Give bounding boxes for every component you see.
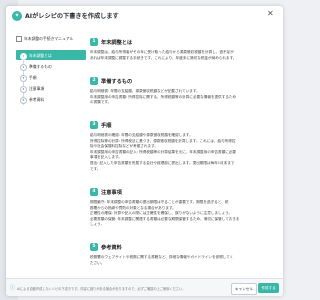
nav-item-1[interactable]: 1 年末調整とは [16,50,86,60]
section-text: です。 [90,166,101,171]
cancel-button[interactable]: キャンセル [231,283,257,295]
outline-heading: 年末調整の手続きマニュアル [16,36,73,42]
section-text: しょう。 [90,222,105,227]
section-header: 1 年末調整とは [90,37,278,47]
section-title: 年末調整とは [101,39,133,46]
section-1: 1 年末調整とは 年末調整は、給与所得者がその年に受け取った給与から源泉徴収税額… [90,37,278,61]
section-number: 1 [90,38,98,46]
section-2: 2 準備するもの 給与明細書: 年間の支給額、源泉徴収税額などが記載されています… [90,76,278,106]
nav-item-number: 5 [20,96,27,104]
section-number: 5 [90,243,98,251]
modal-title: AIがレシピの下書きを作成します [25,13,119,20]
section-header: 5 参考資料 [90,242,278,252]
section-title: 手順 [101,122,112,129]
section-header: 4 注意事項 [90,187,278,197]
section-3: 3 手順 給与明細書の確認: 年間の支給額や源泉徴収税額を確認します。 所得控除… [90,120,278,172]
section-text: あれば年末調整に調整する手続きです。これにより、年度末に適切な税金が納められます… [90,55,237,60]
nav-item-3[interactable]: 3 手順 [16,72,86,82]
info-icon: ⓘ [10,285,16,291]
section-number: 2 [90,77,98,85]
modal-header: ✦ AIがレシピの下書きを作成します ✕ [6,6,283,28]
outline-nav: 年末調整の手続きマニュアル 1 年末調整とは 2 準備するもの 3 手順 4 注… [16,36,86,276]
nav-item-label: 年末調整とは [29,52,52,58]
section-header: 2 準備するもの [90,76,278,86]
footer-note: AIによる自動作成したレシピの下書きです。内容に誤りがある場合がありますので、必… [17,286,186,291]
draft-document: 1 年末調整とは 年末調整は、給与所得者がその年に受け取った給与から源泉徴収税額… [90,28,280,278]
nav-item-2[interactable]: 2 準備するもの [16,61,86,71]
nav-item-number: 4 [20,85,27,93]
nav-item-number: 1 [20,52,27,60]
nav-item-number: 3 [20,74,27,82]
section-text: ださい。 [90,260,105,265]
nav-item-label: 手順 [29,74,37,80]
section-title: 注意事項 [101,189,122,196]
section-title: 参考資料 [101,244,122,251]
outline-heading-text: 年末調整の手続きマニュアル [24,36,74,41]
section-title: 準備するもの [101,78,133,85]
nav-item-4[interactable]: 4 注意事項 [16,83,86,93]
nav-item-label: 注意事項 [29,85,45,91]
section-header: 3 手順 [90,120,278,130]
nav-item-label: 準備するもの [29,63,52,69]
create-button[interactable]: 作成する [258,283,279,293]
section-4: 4 注意事項 期限厳守: 年末調整の申告書類の提出期限は守ることが重要です。期限… [90,187,278,228]
nav-item-5[interactable]: 5 参考資料 [16,94,86,104]
recipe-draft-modal: ✦ AIがレシピの下書きを作成します ✕ 年末調整の手続きマニュアル 1 年末調… [6,6,283,296]
document-icon [16,36,22,42]
nav-item-number: 2 [20,63,27,71]
section-number: 4 [90,188,98,196]
ai-icon: ✦ [12,11,22,21]
section-number: 3 [90,121,98,129]
section-5: 5 参考資料 税務署のウェブサイトや税務に関する書籍など、詳細な情報やガイドライ… [90,242,278,266]
close-icon[interactable]: ✕ [267,9,274,18]
modal-footer: ⓘ AIによる自動作成したレシピの下書きです。内容に誤りがある場合がありますので… [6,278,283,296]
section-text: の書類です。 [90,100,112,105]
nav-item-label: 参考資料 [29,96,45,102]
